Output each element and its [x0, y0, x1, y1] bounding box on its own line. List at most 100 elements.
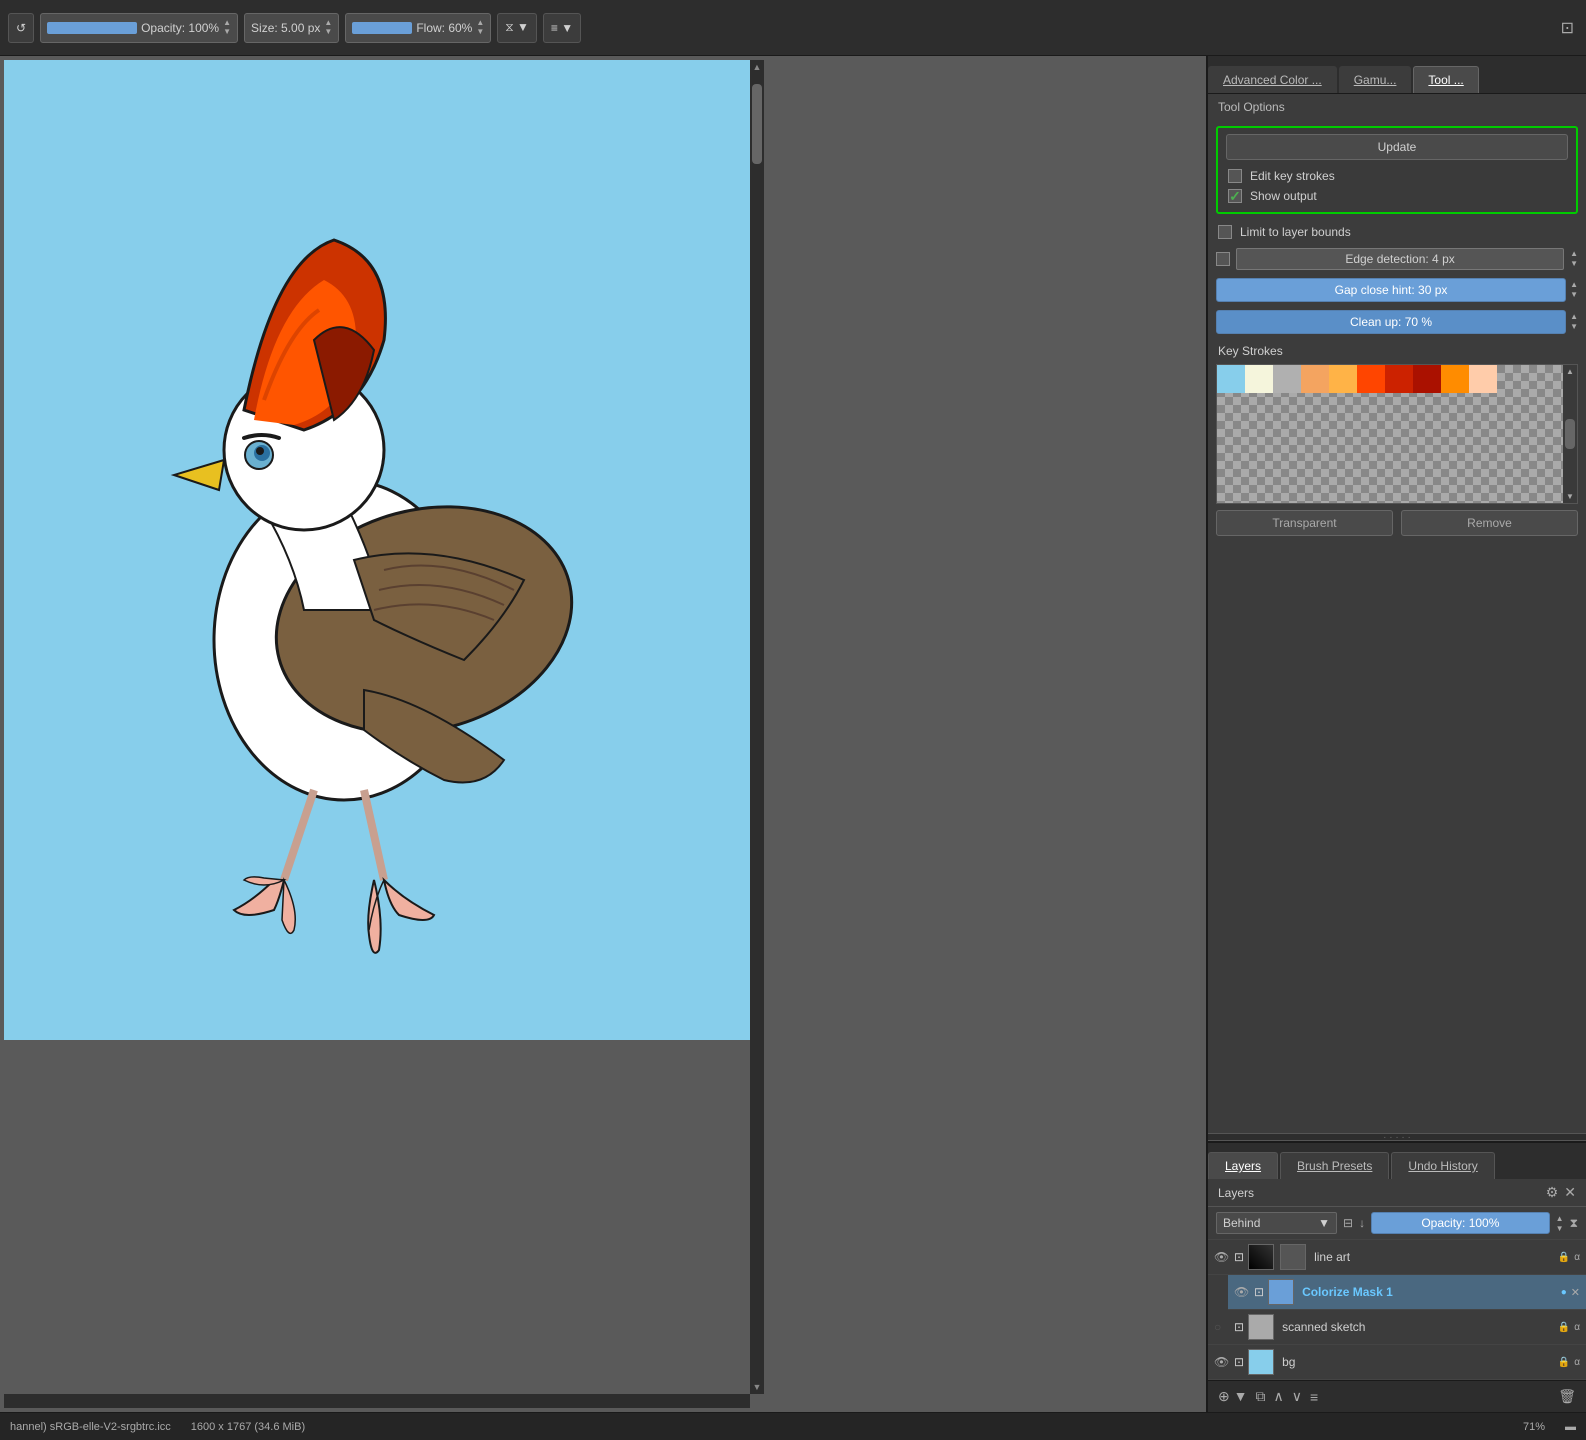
layer-mask-thumbnail	[1280, 1244, 1306, 1270]
properties-icon[interactable]: ≡	[1310, 1389, 1318, 1405]
show-output-checkbox[interactable]: ✓	[1228, 189, 1242, 203]
zoom-slider-icon[interactable]: ▬	[1565, 1421, 1576, 1433]
canvas-vertical-scrollbar[interactable]: ▲ ▼	[750, 60, 764, 1394]
clean-up-arrows[interactable]: ▲ ▼	[1570, 312, 1578, 331]
ks-scroll-down[interactable]: ▼	[1566, 492, 1574, 501]
copy-layer-icon[interactable]: ⧉	[1255, 1388, 1265, 1405]
size-control[interactable]: Size: 5.00 px ▲ ▼	[244, 13, 339, 43]
extra-filter-icon[interactable]: ⧗	[1570, 1216, 1578, 1231]
transparent-button[interactable]: Transparent	[1216, 510, 1393, 536]
extra-tool-btn[interactable]: ⧖ ▼	[497, 13, 537, 43]
gap-close-down-arrow[interactable]: ▼	[1570, 290, 1578, 300]
color-swatch-8[interactable]	[1441, 365, 1469, 393]
tab-advanced-color[interactable]: Advanced Color ...	[1208, 66, 1337, 93]
color-swatch-6[interactable]	[1385, 365, 1413, 393]
layer-lock-icon[interactable]: 🔒	[1558, 1252, 1570, 1263]
color-swatch-2[interactable]	[1273, 365, 1301, 393]
layer-visibility-icon[interactable]: 👁	[1214, 1355, 1230, 1369]
edit-key-strokes-checkbox[interactable]	[1228, 169, 1242, 183]
reset-button[interactable]: ↺	[8, 13, 34, 43]
layer-visibility-icon[interactable]: 👁	[1234, 1285, 1250, 1299]
bird-illustration	[4, 60, 754, 1040]
opacity-control[interactable]: Opacity: 100% ▲ ▼	[40, 13, 238, 43]
extra-tool-btn2[interactable]: ≡ ▼	[543, 13, 581, 43]
clean-up-up-arrow[interactable]: ▲	[1570, 312, 1578, 322]
edge-detection-checkbox[interactable]	[1216, 252, 1230, 266]
opacity-up-arrow[interactable]: ▲	[223, 19, 231, 27]
gap-close-arrows[interactable]: ▲ ▼	[1570, 280, 1578, 299]
limit-checkbox[interactable]	[1218, 225, 1232, 239]
edge-down-arrow[interactable]: ▼	[1570, 259, 1578, 269]
canvas-container[interactable]: ▲ ▼	[0, 56, 1206, 1412]
color-swatch-0[interactable]	[1217, 365, 1245, 393]
panel-spacer	[1208, 542, 1586, 1133]
tab-brush-presets[interactable]: Brush Presets	[1280, 1152, 1389, 1179]
color-swatch-7[interactable]	[1413, 365, 1441, 393]
canvas-horizontal-scrollbar[interactable]	[4, 1394, 750, 1408]
key-strokes-scrollbar[interactable]: ▲ ▼	[1563, 365, 1577, 503]
size-arrows[interactable]: ▲ ▼	[324, 19, 332, 36]
tab-gamu[interactable]: Gamu...	[1339, 66, 1412, 93]
flow-control[interactable]: Flow: 60% ▲ ▼	[345, 13, 491, 43]
layer-lock-icon[interactable]: 🔒	[1558, 1322, 1570, 1333]
clean-up-down-arrow[interactable]: ▼	[1570, 322, 1578, 332]
layer-row[interactable]: 👁 ⊡ bg 🔒 α	[1208, 1345, 1586, 1380]
layer-visibility-icon[interactable]: ○	[1214, 1320, 1230, 1334]
layers-close-icon[interactable]: ✕	[1564, 1184, 1576, 1201]
delete-layer-icon[interactable]: 🗑	[1558, 1388, 1576, 1405]
add-layer-icon[interactable]: ⊕ ▼	[1218, 1388, 1247, 1405]
clean-up-slider[interactable]: Clean up: 70 %	[1216, 310, 1566, 334]
layer-type-icon: ⊡	[1234, 1320, 1244, 1334]
key-strokes-grid[interactable]: ▲ ▼	[1216, 364, 1578, 504]
flow-down-arrow[interactable]: ▼	[476, 28, 484, 36]
layer-row[interactable]: 👁 ⊡ Colorize Mask 1 ● ✕	[1228, 1275, 1586, 1310]
opacity-up-arrow[interactable]: ▲	[1556, 1214, 1564, 1223]
layer-thumbnail	[1248, 1244, 1274, 1270]
scroll-thumb[interactable]	[752, 84, 762, 164]
size-label: Size: 5.00 px	[251, 21, 320, 35]
blend-mode-select[interactable]: Behind ▼	[1216, 1212, 1337, 1234]
ks-scroll-thumb[interactable]	[1565, 419, 1575, 449]
move-down-icon[interactable]: ∨	[1292, 1388, 1302, 1405]
layer-row[interactable]: 👁 ⊡ line art 🔒 α	[1208, 1240, 1586, 1275]
flow-arrows[interactable]: ▲ ▼	[476, 19, 484, 36]
edge-detection-spinbox[interactable]: Edge detection: 4 px	[1236, 248, 1564, 270]
remove-button[interactable]: Remove	[1401, 510, 1578, 536]
panel-resize-handle[interactable]: · · · · ·	[1208, 1133, 1586, 1141]
layer-lock-icon[interactable]: 🔒	[1558, 1357, 1570, 1368]
layer-close-icon[interactable]: ✕	[1571, 1286, 1580, 1299]
scroll-down-arrow[interactable]: ▼	[750, 1380, 764, 1394]
opacity-arrows[interactable]: ▲ ▼	[223, 19, 231, 36]
color-swatch-4[interactable]	[1329, 365, 1357, 393]
gap-close-slider[interactable]: Gap close hint: 30 px	[1216, 278, 1566, 302]
edge-detection-arrows[interactable]: ▲ ▼	[1570, 249, 1578, 268]
tab-undo-history[interactable]: Undo History	[1391, 1152, 1494, 1179]
arrow-down-icon[interactable]: ↓	[1359, 1216, 1365, 1230]
opacity-slider[interactable]: Opacity: 100%	[1371, 1212, 1550, 1234]
opacity-arrows[interactable]: ▲ ▼	[1556, 1214, 1564, 1233]
color-swatch-3[interactable]	[1301, 365, 1329, 393]
color-swatch-9[interactable]	[1469, 365, 1497, 393]
window-maximize-icon[interactable]: ⊡	[1557, 14, 1578, 42]
layer-row[interactable]: ○ ⊡ scanned sketch 🔒 α	[1208, 1310, 1586, 1345]
tool-options-header: Tool Options	[1208, 94, 1586, 120]
ks-scroll-up[interactable]: ▲	[1566, 367, 1574, 376]
opacity-down-arrow[interactable]: ▼	[223, 28, 231, 36]
scroll-up-arrow[interactable]: ▲	[750, 60, 764, 74]
update-button[interactable]: Update	[1226, 134, 1568, 160]
edge-up-arrow[interactable]: ▲	[1570, 249, 1578, 259]
size-down-arrow[interactable]: ▼	[324, 28, 332, 36]
layers-settings-icon[interactable]: ⚙	[1546, 1184, 1559, 1201]
canvas-image[interactable]	[4, 60, 754, 1040]
move-up-icon[interactable]: ∧	[1273, 1388, 1283, 1405]
tab-layers[interactable]: Layers	[1208, 1152, 1278, 1179]
gap-close-up-arrow[interactable]: ▲	[1570, 280, 1578, 290]
size-up-arrow[interactable]: ▲	[324, 19, 332, 27]
color-swatch-5[interactable]	[1357, 365, 1385, 393]
layer-visibility-icon[interactable]: 👁	[1214, 1250, 1230, 1264]
flow-up-arrow[interactable]: ▲	[476, 19, 484, 27]
color-swatch-1[interactable]	[1245, 365, 1273, 393]
opacity-down-arrow[interactable]: ▼	[1556, 1224, 1564, 1233]
filter-icon[interactable]: ⊟	[1343, 1216, 1353, 1230]
tab-tool[interactable]: Tool ...	[1413, 66, 1478, 93]
